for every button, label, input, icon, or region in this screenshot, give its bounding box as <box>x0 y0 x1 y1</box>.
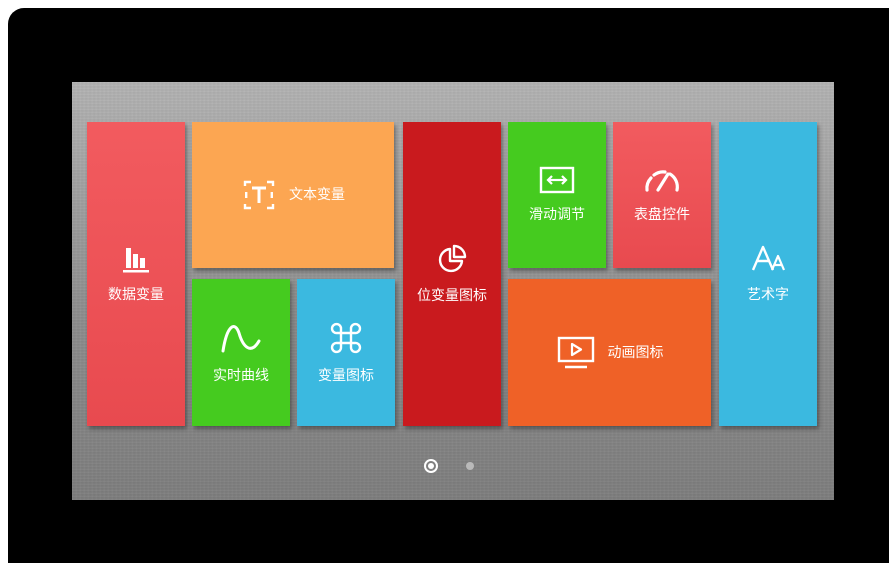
font-icon <box>751 245 786 271</box>
tile-variable-icon[interactable]: 变量图标 <box>297 279 395 426</box>
tile-text-variable[interactable]: 文本变量 <box>192 122 394 268</box>
tile-label: 变量图标 <box>318 367 374 384</box>
tile-bit-variable-icon[interactable]: 位变量图标 <box>403 122 501 426</box>
pie-chart-icon <box>438 244 467 273</box>
tile-label: 数据变量 <box>108 287 164 303</box>
tile-art-text[interactable]: 艺术字 <box>719 122 817 426</box>
screen: 数据变量 文本变量 位变量图标 滑动调节 表盘控件 艺术字 实时曲线 变量图标 … <box>72 82 834 500</box>
tile-label: 实时曲线 <box>213 367 269 384</box>
tile-label: 动画图标 <box>607 344 664 361</box>
tile-animation-icon[interactable]: 动画图标 <box>508 279 711 426</box>
wave-curve-icon <box>221 324 261 352</box>
tile-label: 位变量图标 <box>417 288 487 304</box>
tile-data-variable[interactable]: 数据变量 <box>87 122 185 426</box>
page-indicator-active[interactable] <box>424 459 438 473</box>
horizontal-arrows-icon <box>539 166 575 194</box>
tile-dial-control[interactable]: 表盘控件 <box>613 122 711 268</box>
command-key-icon <box>330 322 362 353</box>
monitor-play-icon <box>557 336 594 368</box>
tile-slide-adjust[interactable]: 滑动调节 <box>508 122 606 268</box>
bar-chart-icon <box>123 248 149 273</box>
tile-label: 文本变量 <box>289 187 345 203</box>
tile-label: 表盘控件 <box>634 207 690 223</box>
text-box-icon <box>243 180 275 210</box>
gauge-icon <box>645 170 679 192</box>
page-indicator-inactive[interactable] <box>466 462 474 470</box>
tile-realtime-curve[interactable]: 实时曲线 <box>192 279 290 426</box>
tile-label: 艺术字 <box>747 287 789 303</box>
tile-label: 滑动调节 <box>529 207 585 223</box>
